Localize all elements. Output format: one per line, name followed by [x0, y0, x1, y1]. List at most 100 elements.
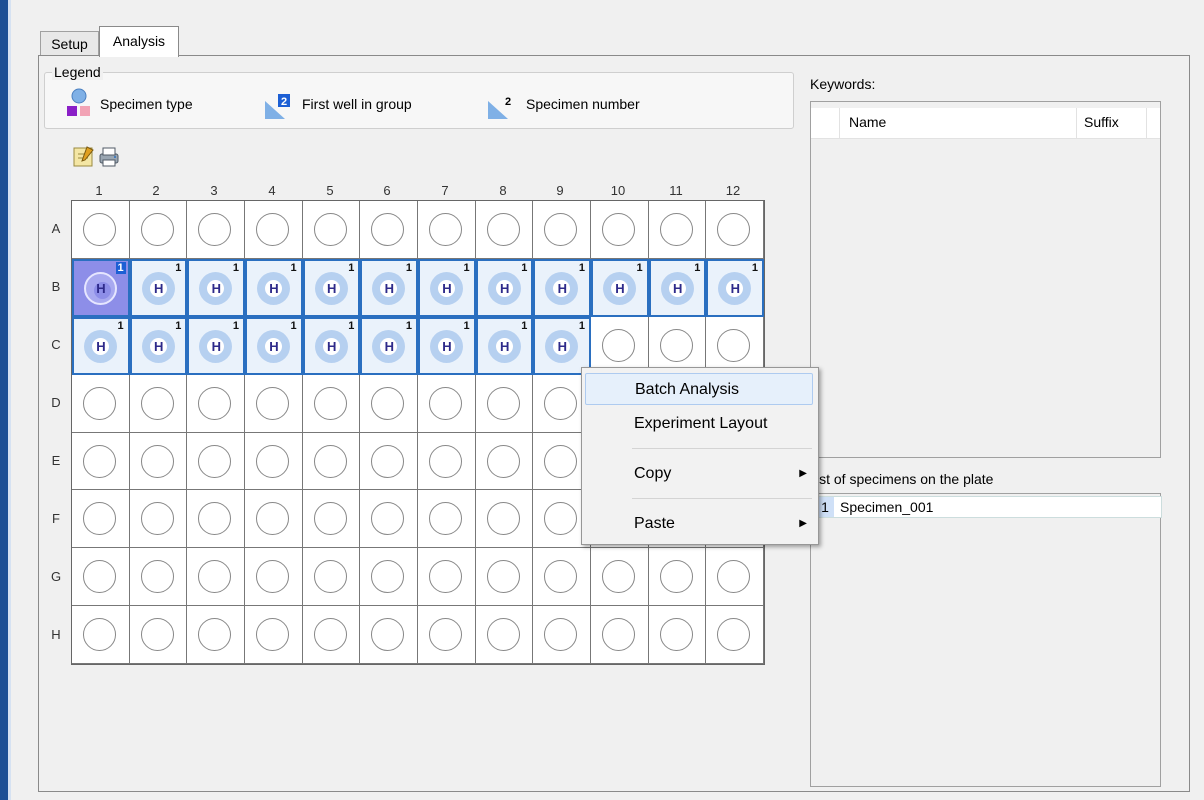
well-C5[interactable]: H1	[302, 316, 361, 375]
well-E4[interactable]	[245, 432, 303, 491]
well-E1[interactable]	[72, 432, 130, 491]
well-B4[interactable]: H1	[245, 258, 303, 317]
well-G10[interactable]	[591, 548, 649, 607]
well-E8[interactable]	[475, 432, 534, 491]
well-D2[interactable]	[129, 374, 188, 433]
well-D6[interactable]	[360, 374, 418, 433]
well-D5[interactable]	[302, 374, 361, 433]
well-H2[interactable]	[129, 606, 188, 664]
well-B11[interactable]: H1	[648, 258, 707, 317]
well-C12[interactable]	[706, 316, 764, 375]
well-G9[interactable]	[533, 548, 591, 607]
well-A6[interactable]	[360, 201, 418, 259]
well-B1[interactable]: H1	[72, 258, 130, 317]
well-C9[interactable]: H1	[533, 316, 591, 375]
well-G12[interactable]	[706, 548, 764, 607]
well-C1[interactable]: H1	[72, 316, 130, 375]
menu-item-paste[interactable]: Paste ▶	[585, 508, 813, 540]
well-B12[interactable]: H1	[706, 258, 764, 317]
well-A8[interactable]	[475, 201, 534, 259]
menu-item-copy[interactable]: Copy ▶	[585, 458, 813, 490]
well-D8[interactable]	[475, 374, 534, 433]
well-G1[interactable]	[72, 548, 130, 607]
well-H7[interactable]	[418, 606, 476, 664]
well-C4[interactable]: H1	[245, 316, 303, 375]
well-C11[interactable]	[648, 316, 707, 375]
well-C3[interactable]: H1	[187, 316, 245, 375]
well-A2[interactable]	[129, 201, 188, 259]
well-H6[interactable]	[360, 606, 418, 664]
well-G8[interactable]	[475, 548, 534, 607]
well-H10[interactable]	[591, 606, 649, 664]
well-G2[interactable]	[129, 548, 188, 607]
well-B2[interactable]: H1	[129, 258, 188, 317]
edit-icon[interactable]	[73, 146, 94, 167]
well-G3[interactable]	[187, 548, 245, 607]
well-F4[interactable]	[245, 490, 303, 549]
well-E7[interactable]	[418, 432, 476, 491]
well-circle	[717, 213, 751, 246]
well-B5[interactable]: H1	[302, 258, 361, 317]
well-C2[interactable]: H1	[129, 316, 188, 375]
well-E6[interactable]	[360, 432, 418, 491]
well-G4[interactable]	[245, 548, 303, 607]
well-A1[interactable]	[72, 201, 130, 259]
well-H1[interactable]	[72, 606, 130, 664]
well-H8[interactable]	[475, 606, 534, 664]
tab-setup[interactable]: Setup	[40, 31, 99, 56]
well-B9[interactable]: H1	[533, 258, 591, 317]
well-E2[interactable]	[129, 432, 188, 491]
well-A9[interactable]	[533, 201, 591, 259]
well-C7[interactable]: H1	[418, 316, 476, 375]
well-F1[interactable]	[72, 490, 130, 549]
well-B8[interactable]: H1	[475, 258, 534, 317]
well-C10[interactable]	[591, 316, 649, 375]
well-H9[interactable]	[533, 606, 591, 664]
well-B6[interactable]: H1	[360, 258, 418, 317]
well-F5[interactable]	[302, 490, 361, 549]
well-F8[interactable]	[475, 490, 534, 549]
keywords-column-name[interactable]: Name	[849, 114, 886, 130]
well-C6[interactable]: H1	[360, 316, 418, 375]
well-G11[interactable]	[648, 548, 707, 607]
specimen-number-badge: 1	[578, 319, 585, 332]
specimen-list[interactable]: 1 Specimen_001	[810, 493, 1162, 787]
well-D4[interactable]	[245, 374, 303, 433]
well-F6[interactable]	[360, 490, 418, 549]
well-D3[interactable]	[187, 374, 245, 433]
well-A3[interactable]	[187, 201, 245, 259]
well-B7[interactable]: H1	[418, 258, 476, 317]
well-F3[interactable]	[187, 490, 245, 549]
well-E3[interactable]	[187, 432, 245, 491]
well-A5[interactable]	[302, 201, 361, 259]
well-A12[interactable]	[706, 201, 764, 259]
well-F2[interactable]	[129, 490, 188, 549]
well-H5[interactable]	[302, 606, 361, 664]
well-H4[interactable]	[245, 606, 303, 664]
tab-analysis[interactable]: Analysis	[99, 26, 179, 57]
well-B3[interactable]: H1	[187, 258, 245, 317]
well-C8[interactable]: H1	[475, 316, 534, 375]
well-H11[interactable]	[648, 606, 707, 664]
well-B10[interactable]: H1	[591, 258, 649, 317]
well-G5[interactable]	[302, 548, 361, 607]
well-A11[interactable]	[648, 201, 707, 259]
well-H3[interactable]	[187, 606, 245, 664]
well-D1[interactable]	[72, 374, 130, 433]
list-item[interactable]: 1 Specimen_001	[815, 496, 1162, 518]
well-E5[interactable]	[302, 432, 361, 491]
keywords-table[interactable]: Name Suffix	[810, 101, 1161, 458]
well-A10[interactable]	[591, 201, 649, 259]
menu-item-batch-analysis[interactable]: Batch Analysis	[585, 373, 813, 405]
well-A7[interactable]	[418, 201, 476, 259]
keywords-column-suffix[interactable]: Suffix	[1084, 114, 1119, 130]
well-G6[interactable]	[360, 548, 418, 607]
print-icon[interactable]	[98, 146, 119, 167]
well-D7[interactable]	[418, 374, 476, 433]
well-G7[interactable]	[418, 548, 476, 607]
well-H12[interactable]	[706, 606, 764, 664]
specimen-number-badge: 1	[117, 319, 124, 332]
well-A4[interactable]	[245, 201, 303, 259]
well-F7[interactable]	[418, 490, 476, 549]
menu-item-experiment-layout[interactable]: Experiment Layout	[585, 408, 813, 440]
